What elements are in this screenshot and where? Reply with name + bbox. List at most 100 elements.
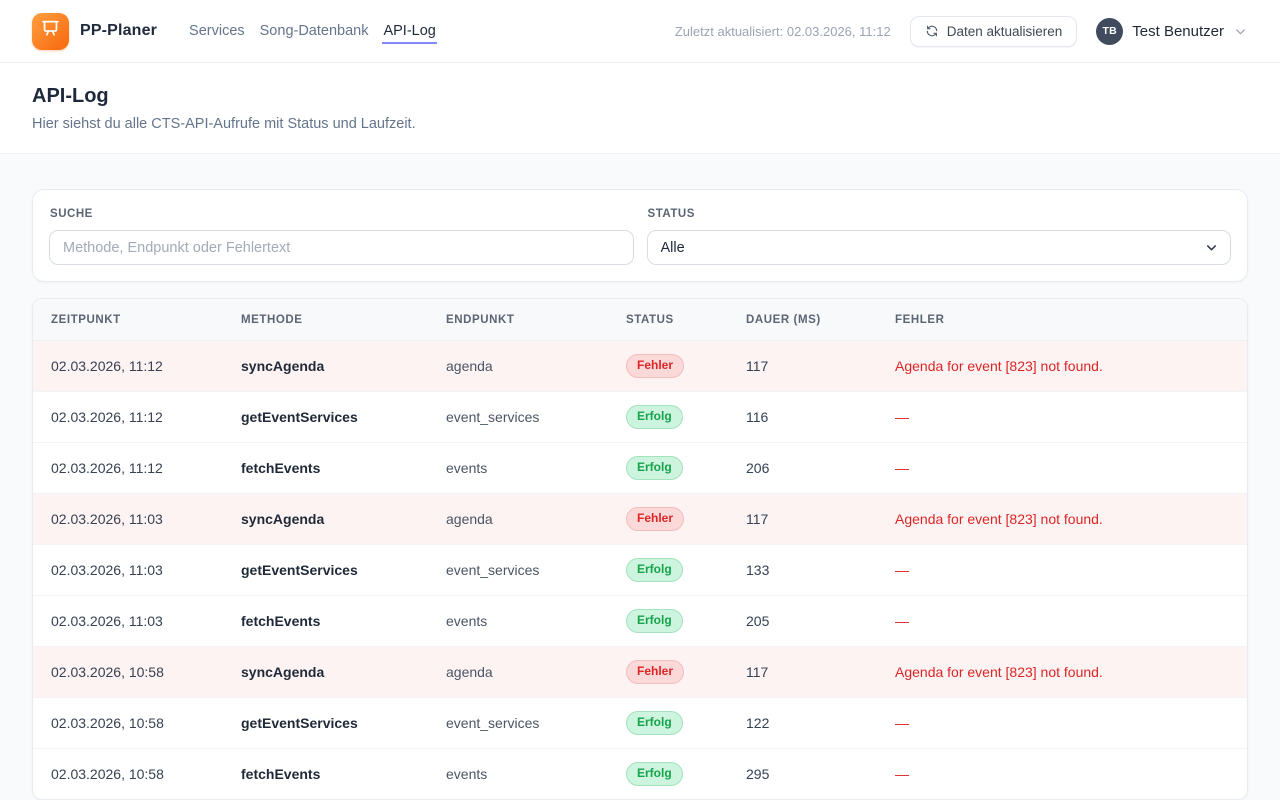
cell-fehler: —: [895, 545, 1247, 596]
cell-endpunkt: event_services: [446, 392, 626, 443]
status-badge: Erfolg: [626, 405, 683, 429]
refresh-data-button[interactable]: Daten aktualisieren: [910, 16, 1078, 47]
cell-fehler: Agenda for event [823] not found.: [895, 341, 1247, 392]
cell-fehler: —: [895, 749, 1247, 800]
cell-dauer: 117: [746, 647, 895, 698]
last-updated-text: Zuletzt aktualisiert: 02.03.2026, 11:12: [675, 24, 891, 39]
cell-endpunkt: event_services: [446, 698, 626, 749]
cell-fehler: Agenda for event [823] not found.: [895, 494, 1247, 545]
page-header: API-Log Hier siehst du alle CTS-API-Aufr…: [0, 63, 1280, 154]
column-header-status: STATUS: [626, 299, 746, 341]
cell-methode: getEventServices: [241, 698, 446, 749]
cell-fehler: Agenda for event [823] not found.: [895, 647, 1247, 698]
status-badge: Erfolg: [626, 456, 683, 480]
nav-item-services[interactable]: Services: [188, 18, 246, 44]
chevron-down-icon: [1233, 24, 1248, 39]
cell-status: Erfolg: [626, 749, 746, 800]
cell-zeitpunkt: 02.03.2026, 10:58: [33, 749, 241, 800]
cell-status: Erfolg: [626, 545, 746, 596]
cell-dauer: 206: [746, 443, 895, 494]
status-badge: Erfolg: [626, 762, 683, 786]
cell-zeitpunkt: 02.03.2026, 11:03: [33, 545, 241, 596]
log-table-body: 02.03.2026, 11:12 syncAgenda agenda Fehl…: [33, 341, 1247, 800]
cell-methode: getEventServices: [241, 545, 446, 596]
cell-dauer: 133: [746, 545, 895, 596]
cell-status: Fehler: [626, 494, 746, 545]
user-name: Test Benutzer: [1132, 23, 1224, 40]
table-row: 02.03.2026, 11:12 getEventServices event…: [33, 392, 1247, 443]
cell-zeitpunkt: 02.03.2026, 11:12: [33, 392, 241, 443]
cell-endpunkt: events: [446, 749, 626, 800]
status-badge: Fehler: [626, 354, 684, 378]
cell-zeitpunkt: 02.03.2026, 10:58: [33, 698, 241, 749]
cell-status: Fehler: [626, 341, 746, 392]
search-input[interactable]: [49, 230, 634, 265]
cell-dauer: 205: [746, 596, 895, 647]
cell-fehler: —: [895, 443, 1247, 494]
table-row: 02.03.2026, 11:12 fetchEvents events Erf…: [33, 443, 1247, 494]
cell-methode: fetchEvents: [241, 443, 446, 494]
column-header-endpunkt: ENDPUNKT: [446, 299, 626, 341]
cell-methode: getEventServices: [241, 392, 446, 443]
cell-dauer: 295: [746, 749, 895, 800]
cell-endpunkt: events: [446, 443, 626, 494]
cell-endpunkt: events: [446, 596, 626, 647]
table-row: 02.03.2026, 11:12 syncAgenda agenda Fehl…: [33, 341, 1247, 392]
table-row: 02.03.2026, 11:03 syncAgenda agenda Fehl…: [33, 494, 1247, 545]
cell-zeitpunkt: 02.03.2026, 11:03: [33, 494, 241, 545]
status-select-wrap: Alle: [647, 230, 1232, 265]
cell-status: Erfolg: [626, 392, 746, 443]
refresh-arrows-icon: [925, 24, 939, 38]
api-log-table: ZEITPUNKT METHODE ENDPUNKT STATUS DAUER …: [33, 299, 1247, 799]
cell-endpunkt: agenda: [446, 647, 626, 698]
user-menu[interactable]: TB Test Benutzer: [1096, 18, 1248, 45]
status-badge: Erfolg: [626, 558, 683, 582]
column-header-fehler: FEHLER: [895, 299, 1247, 341]
column-header-methode: METHODE: [241, 299, 446, 341]
status-badge: Erfolg: [626, 609, 683, 633]
cell-zeitpunkt: 02.03.2026, 11:12: [33, 443, 241, 494]
status-badge: Fehler: [626, 660, 684, 684]
cell-methode: fetchEvents: [241, 596, 446, 647]
app-logo: [32, 13, 69, 50]
main-nav: Services Song-Datenbank API-Log: [188, 18, 437, 44]
cell-methode: syncAgenda: [241, 341, 446, 392]
cell-zeitpunkt: 02.03.2026, 11:12: [33, 341, 241, 392]
main-content: SUCHE STATUS Alle ZEITPUNKT: [0, 154, 1280, 800]
top-navigation-bar: PP-Planer Services Song-Datenbank API-Lo…: [0, 0, 1280, 63]
nav-item-api-log[interactable]: API-Log: [382, 18, 436, 44]
cell-zeitpunkt: 02.03.2026, 11:03: [33, 596, 241, 647]
user-avatar: TB: [1096, 18, 1123, 45]
cell-fehler: —: [895, 698, 1247, 749]
status-label: STATUS: [648, 208, 1232, 220]
cell-status: Erfolg: [626, 698, 746, 749]
status-select[interactable]: Alle: [647, 230, 1232, 265]
table-row: 02.03.2026, 10:58 fetchEvents events Erf…: [33, 749, 1247, 800]
cell-dauer: 122: [746, 698, 895, 749]
cell-dauer: 116: [746, 392, 895, 443]
page-subtitle: Hier siehst du alle CTS-API-Aufrufe mit …: [32, 116, 1248, 132]
page-title: API-Log: [32, 85, 1248, 108]
brand-name: PP-Planer: [80, 22, 157, 40]
refresh-button-label: Daten aktualisieren: [947, 24, 1063, 39]
cell-methode: syncAgenda: [241, 494, 446, 545]
cell-endpunkt: event_services: [446, 545, 626, 596]
cell-dauer: 117: [746, 341, 895, 392]
column-header-dauer: DAUER (MS): [746, 299, 895, 341]
table-row: 02.03.2026, 11:03 getEventServices event…: [33, 545, 1247, 596]
cell-status: Erfolg: [626, 443, 746, 494]
table-row: 02.03.2026, 11:03 fetchEvents events Erf…: [33, 596, 1247, 647]
cell-methode: syncAgenda: [241, 647, 446, 698]
nav-item-song-datenbank[interactable]: Song-Datenbank: [259, 18, 370, 44]
search-label: SUCHE: [50, 208, 634, 220]
cell-endpunkt: agenda: [446, 341, 626, 392]
cell-status: Erfolg: [626, 596, 746, 647]
status-badge: Erfolg: [626, 711, 683, 735]
cell-endpunkt: agenda: [446, 494, 626, 545]
table-row: 02.03.2026, 10:58 getEventServices event…: [33, 698, 1247, 749]
cell-dauer: 117: [746, 494, 895, 545]
brand: PP-Planer: [32, 13, 157, 50]
presentation-board-icon: [40, 18, 61, 44]
filter-panel: SUCHE STATUS Alle: [32, 189, 1248, 282]
status-field-group: STATUS Alle: [647, 206, 1232, 265]
